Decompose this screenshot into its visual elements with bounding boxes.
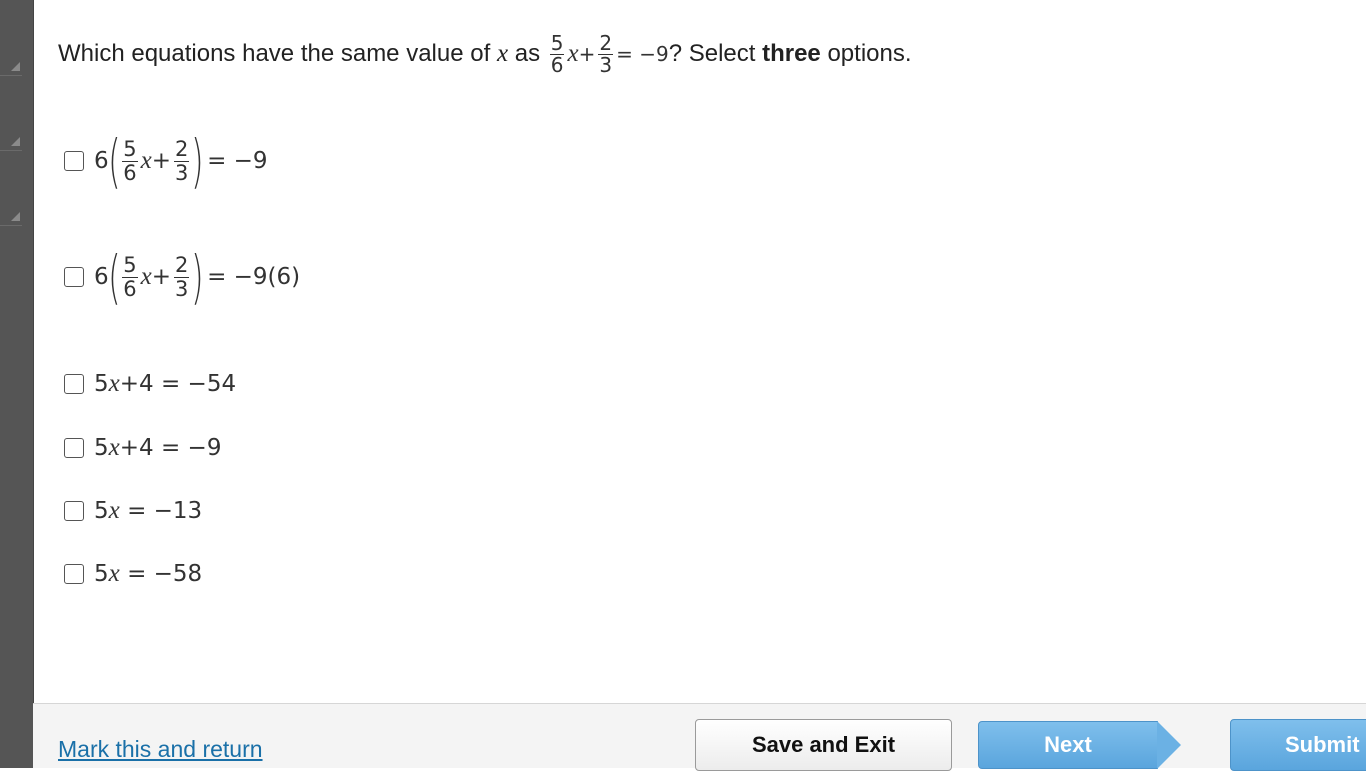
question-equation: 56 x + 23 = −9 [547, 30, 669, 77]
plus-sign: + [151, 148, 172, 174]
answer-option-6[interactable]: 5x = −58 [64, 560, 202, 588]
option-coefficient: 5 [94, 435, 109, 461]
question-variable: x [496, 40, 509, 67]
next-arrow-icon[interactable] [1157, 721, 1181, 769]
option-lhs-term: +4 [119, 371, 154, 397]
option-checkbox[interactable] [64, 501, 84, 521]
left-paren: ( [107, 127, 121, 195]
option-variable: x [108, 434, 120, 461]
save-and-exit-button[interactable]: Save and Exit [695, 719, 952, 771]
denominator: 3 [175, 160, 189, 185]
answer-option-4[interactable]: 5 x +4 = −9 [64, 434, 221, 462]
plus-sign: + [578, 42, 596, 66]
answer-option-1[interactable]: 6 ( 56 x + 23 ) = −9 [64, 132, 268, 190]
question-prefix: Which equations have the same value of [58, 40, 491, 67]
equation-rhs: = −9 [616, 42, 669, 66]
numerator: 5 [549, 30, 565, 55]
rail-collapse-2[interactable] [0, 75, 22, 151]
plus-sign: + [151, 264, 172, 290]
option-checkbox[interactable] [64, 151, 84, 171]
option-lhs-term: +4 [119, 435, 154, 461]
answer-option-2[interactable]: 6 ( 56 x + 23 ) = −9(6) [64, 248, 300, 306]
option-checkbox[interactable] [64, 438, 84, 458]
submit-button[interactable]: Submit [1230, 719, 1366, 771]
option-rhs: = −9 [207, 148, 268, 174]
option-checkbox[interactable] [64, 267, 84, 287]
denominator: 6 [550, 52, 564, 77]
option-coefficient: 5 [94, 371, 109, 397]
option-variable: x [140, 263, 152, 290]
footer-divider [33, 703, 1366, 704]
fraction: 56 [122, 253, 138, 301]
denominator: 3 [599, 52, 613, 77]
option-rhs: = −13 [127, 498, 203, 524]
option-variable: x [108, 497, 120, 524]
left-rail [0, 0, 34, 768]
collapse-arrow-icon [11, 137, 20, 146]
option-coefficient: 5 [94, 561, 109, 587]
fraction: 56 [122, 137, 138, 185]
answer-option-3[interactable]: 5 x +4 = −54 [64, 370, 236, 398]
option-variable: x [108, 560, 120, 587]
coefficient: 6 [94, 264, 109, 290]
rail-collapse-3[interactable] [0, 150, 22, 226]
fraction: 23 [174, 253, 190, 301]
denominator: 3 [175, 276, 189, 301]
question-emphasis: three [762, 40, 821, 67]
numerator: 2 [598, 30, 614, 55]
fraction: 56 [549, 30, 565, 77]
option-checkbox[interactable] [64, 564, 84, 584]
numerator: 2 [174, 137, 190, 162]
right-paren: ) [191, 127, 204, 195]
option-rhs: = −58 [127, 561, 203, 587]
next-button[interactable]: Next [978, 721, 1158, 769]
option-variable: x [108, 370, 120, 397]
right-paren: ) [191, 243, 204, 311]
denominator: 6 [123, 276, 137, 301]
mark-and-return-link[interactable]: Mark this and return [58, 736, 263, 763]
coefficient: 6 [94, 148, 109, 174]
option-variable: x [140, 147, 152, 174]
option-coefficient: 5 [94, 498, 109, 524]
option-rhs: = −9 [160, 435, 222, 461]
answer-option-5[interactable]: 5x = −13 [64, 497, 202, 525]
equation-variable: x [567, 40, 579, 67]
question-as: as [514, 40, 541, 67]
option-rhs: = −9(6) [207, 264, 301, 290]
option-checkbox[interactable] [64, 374, 84, 394]
denominator: 6 [123, 160, 137, 185]
question-suffix: ? Select [668, 40, 756, 67]
question-suffix-end: options. [827, 40, 912, 67]
fraction: 23 [598, 30, 614, 77]
question-prompt: Which equations have the same value of x… [58, 24, 912, 84]
numerator: 2 [174, 253, 190, 278]
numerator: 5 [122, 253, 138, 278]
fraction: 23 [174, 137, 190, 185]
collapse-arrow-icon [11, 62, 20, 71]
left-paren: ( [107, 243, 121, 311]
option-rhs: = −54 [160, 371, 237, 397]
numerator: 5 [122, 137, 138, 162]
collapse-arrow-icon [11, 212, 20, 221]
rail-collapse-1[interactable] [0, 0, 22, 76]
